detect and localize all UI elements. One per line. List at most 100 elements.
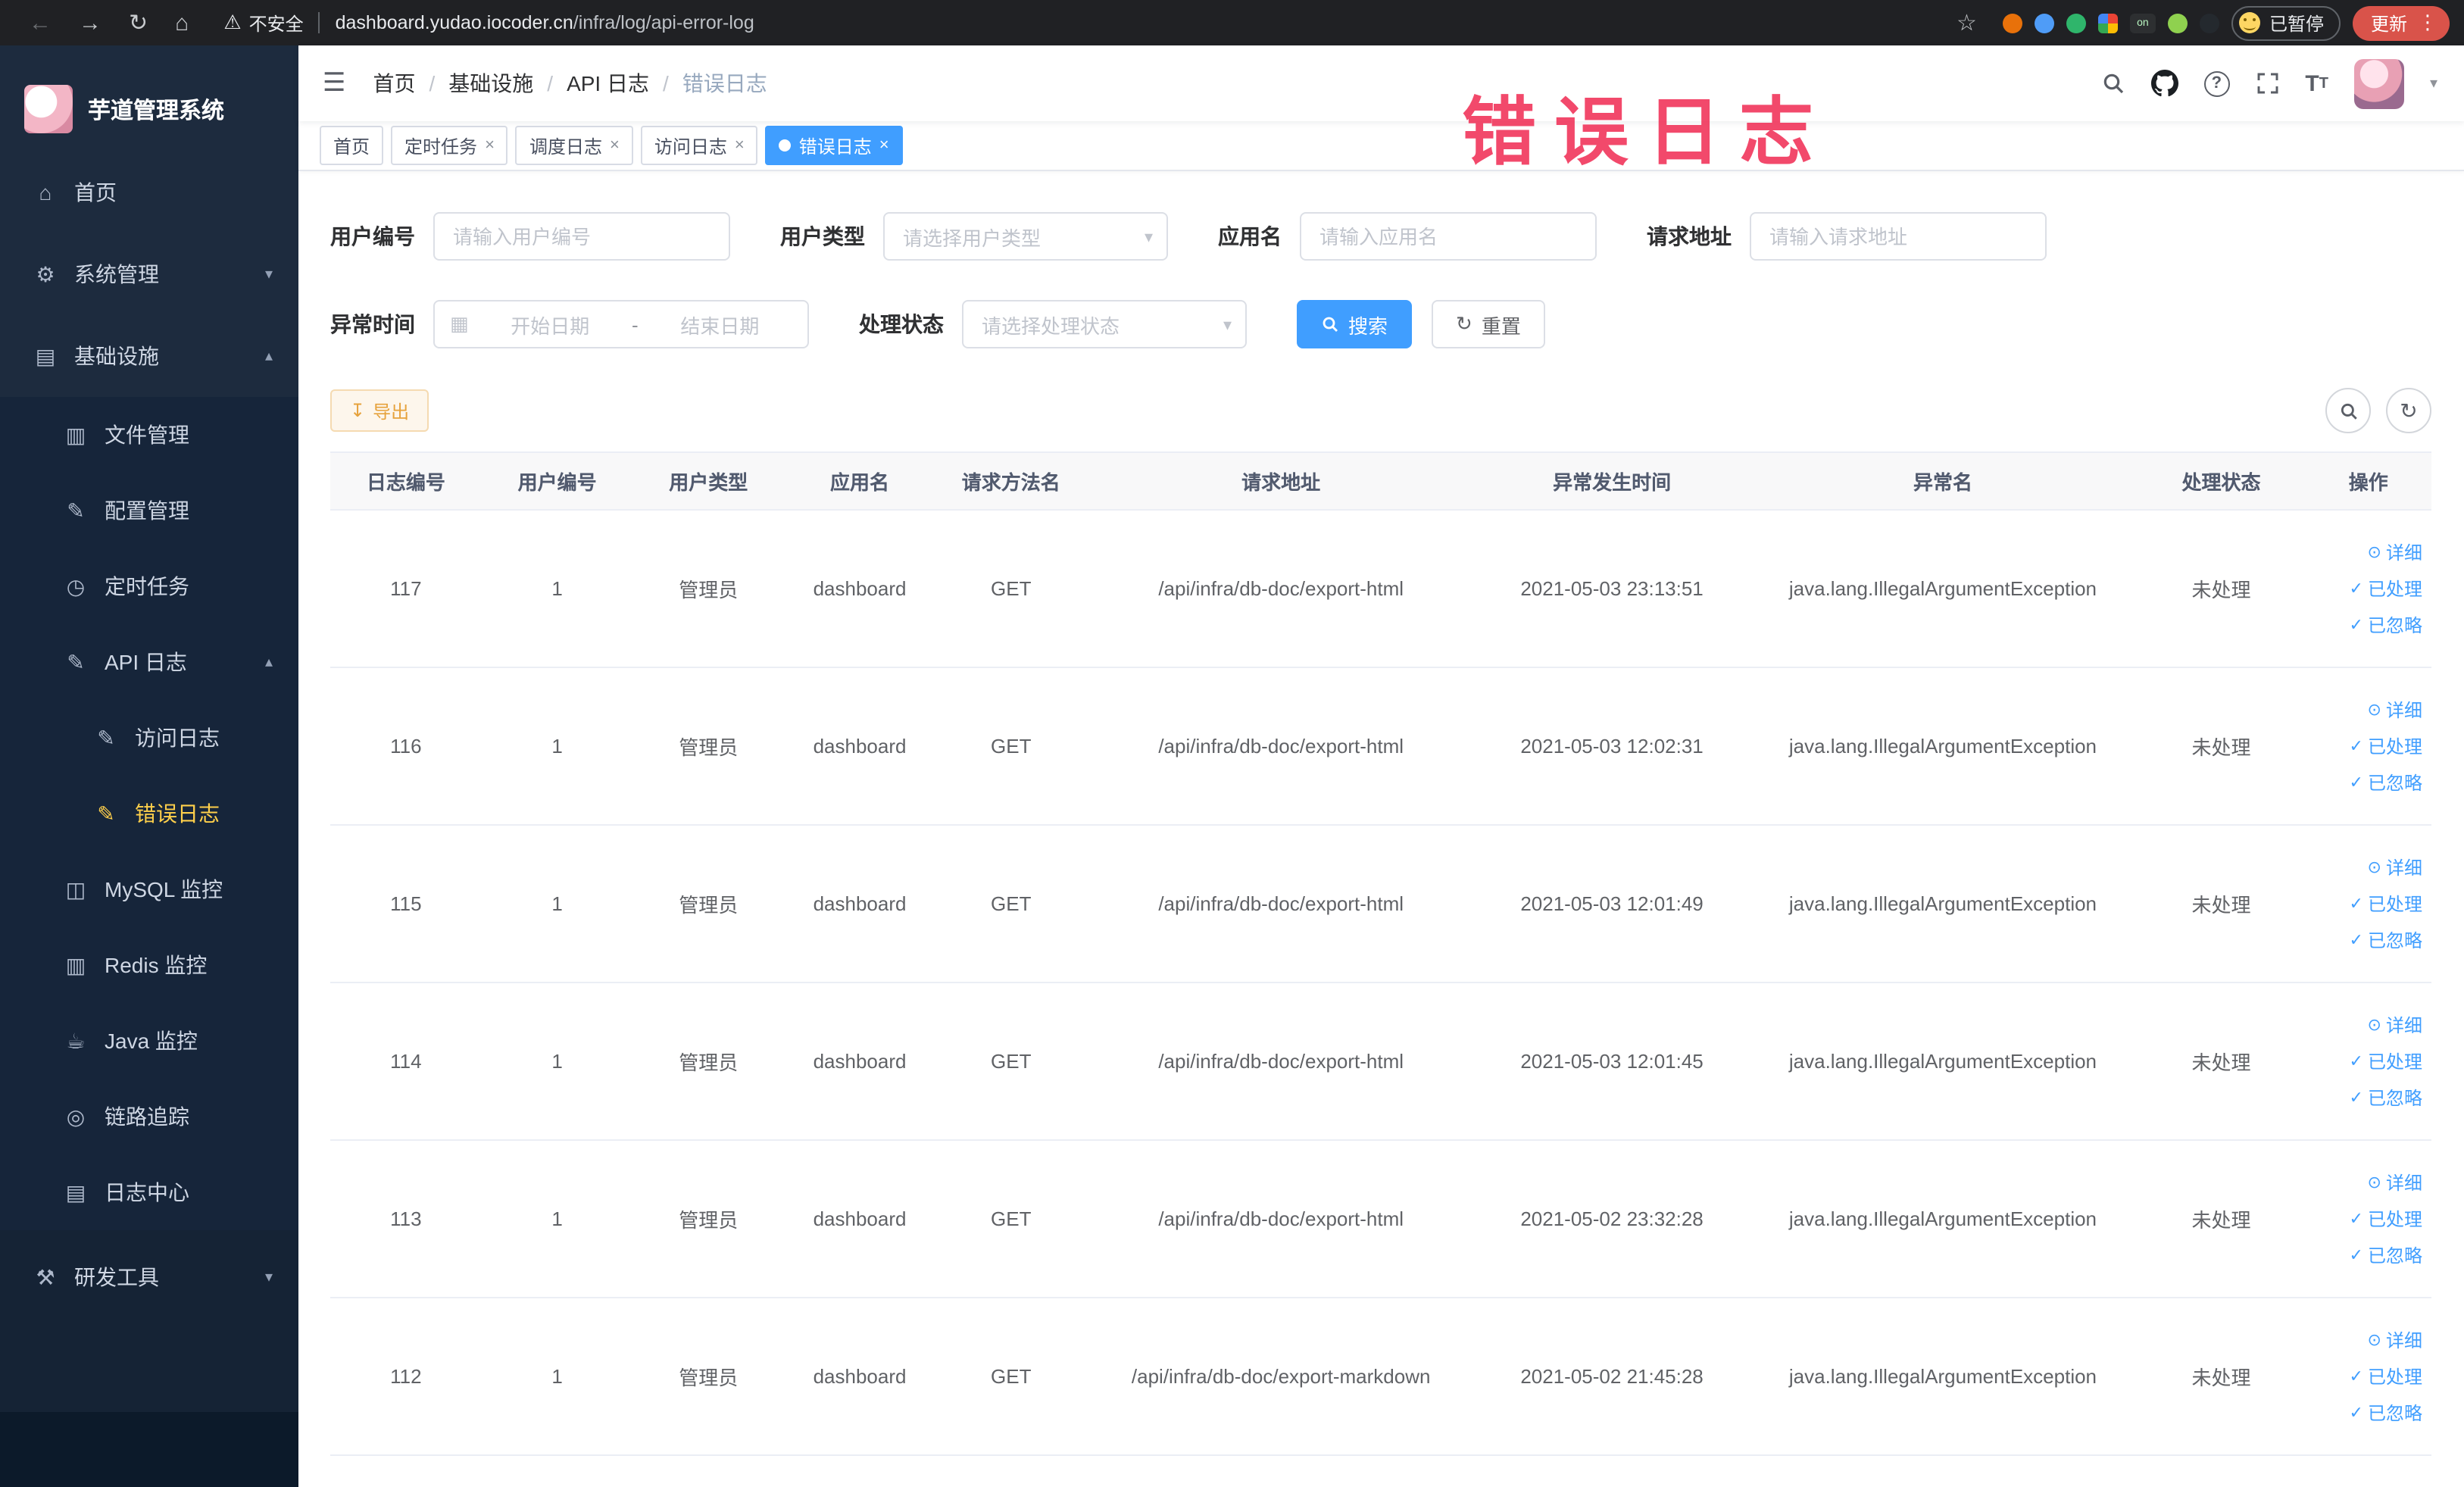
request-url-input[interactable] bbox=[1750, 212, 2047, 261]
detail-link[interactable]: ⊙ 详细 bbox=[2368, 697, 2422, 723]
fullscreen-icon[interactable] bbox=[2255, 71, 2279, 95]
sidebar-item-system-mgmt[interactable]: ⚙ 系统管理 ▾ bbox=[0, 233, 298, 315]
cell-user-type: 管理员 bbox=[632, 1140, 785, 1298]
forward-icon[interactable]: → bbox=[79, 10, 101, 36]
sidebar-item-error-log[interactable]: ✎ 错误日志 bbox=[0, 776, 298, 851]
sidebar-item-api-logs[interactable]: ✎ API 日志 ▴ bbox=[0, 624, 298, 700]
avatar[interactable] bbox=[2353, 58, 2404, 108]
mark-ignored-link[interactable]: ✓ 已忽略 bbox=[2350, 770, 2422, 795]
process-status-placeholder: 请选择处理状态 bbox=[982, 314, 1120, 337]
date-range-separator: - bbox=[631, 313, 639, 336]
sidebar-item-label: 配置管理 bbox=[105, 498, 189, 523]
breadcrumb-infrastructure[interactable]: 基础设施 bbox=[448, 68, 533, 98]
sidebar-item-access-log[interactable]: ✎ 访问日志 bbox=[0, 700, 298, 776]
extension-icon-leaf[interactable] bbox=[2167, 13, 2188, 33]
sidebar-item-label: 日志中心 bbox=[105, 1180, 189, 1204]
address-bar[interactable]: dashboard.yudao.iocoder.cn/infra/log/api… bbox=[336, 12, 754, 33]
reload-icon[interactable]: ↻ bbox=[129, 9, 148, 36]
tab-error-log[interactable]: 错误日志 × bbox=[765, 126, 903, 165]
browser-update-button[interactable]: 更新 ⋮ bbox=[2352, 5, 2450, 40]
breadcrumb-api-logs[interactable]: API 日志 bbox=[567, 68, 649, 98]
sidebar-item-tracing[interactable]: ◎ 链路追踪 bbox=[0, 1079, 298, 1154]
mark-ignored-link[interactable]: ✓ 已忽略 bbox=[2350, 612, 2422, 638]
mark-ignored-link[interactable]: ✓ 已忽略 bbox=[2350, 1085, 2422, 1111]
check-icon: ✓ bbox=[2349, 1053, 2363, 1071]
tab-home[interactable]: 首页 bbox=[320, 126, 384, 165]
tab-close-icon[interactable]: × bbox=[735, 136, 745, 155]
app-name-input[interactable] bbox=[1300, 212, 1597, 261]
check-icon: ✓ bbox=[2349, 1089, 2363, 1107]
bookmark-star-icon[interactable]: ☆ bbox=[1957, 9, 1977, 36]
error-log-icon: ✎ bbox=[97, 801, 115, 825]
sidebar-item-redis-monitor[interactable]: ▥ Redis 监控 bbox=[0, 927, 298, 1003]
breadcrumb-home[interactable]: 首页 bbox=[373, 68, 416, 98]
col-request-url: 请求地址 bbox=[1086, 451, 1476, 511]
detail-link[interactable]: ⊙ 详细 bbox=[2368, 854, 2422, 880]
extension-icon-on-badge[interactable]: on bbox=[2129, 13, 2156, 33]
process-status-label: 处理状态 bbox=[859, 312, 944, 336]
help-icon[interactable]: ? bbox=[2203, 70, 2230, 96]
font-size-icon[interactable]: TT bbox=[2305, 70, 2328, 96]
sidebar-item-config-mgmt[interactable]: ✎ 配置管理 bbox=[0, 473, 298, 548]
mark-ignored-link[interactable]: ✓ 已忽略 bbox=[2350, 1242, 2422, 1268]
ignored-label: 已忽略 bbox=[2367, 773, 2422, 794]
search-button[interactable]: 搜索 bbox=[1297, 300, 1413, 348]
refresh-table-button[interactable]: ↻ bbox=[2386, 388, 2431, 433]
exception-time-range-picker[interactable]: ▦ 开始日期 - 结束日期 bbox=[433, 300, 809, 348]
mark-processed-link[interactable]: ✓ 已处理 bbox=[2350, 576, 2422, 601]
mark-ignored-link[interactable]: ✓ 已忽略 bbox=[2350, 1400, 2422, 1426]
browser-menu-kebab-icon[interactable]: ⋮ bbox=[2418, 11, 2437, 35]
access-log-icon: ✎ bbox=[97, 725, 115, 749]
mark-processed-link[interactable]: ✓ 已处理 bbox=[2350, 733, 2422, 759]
sidebar-item-label: 首页 bbox=[74, 180, 117, 205]
col-user-type: 用户类型 bbox=[632, 451, 785, 511]
user-type-select[interactable]: 请选择用户类型 ▾ bbox=[883, 212, 1168, 261]
tab-scheduled-jobs[interactable]: 定时任务 × bbox=[391, 126, 508, 165]
sidebar-item-mysql-monitor[interactable]: ◫ MySQL 监控 bbox=[0, 851, 298, 927]
tab-close-icon[interactable]: × bbox=[610, 136, 620, 155]
tab-access-log[interactable]: 访问日志 × bbox=[640, 126, 758, 165]
export-button[interactable]: ↧ 导出 bbox=[330, 389, 429, 432]
tab-schedule-log[interactable]: 调度日志 × bbox=[515, 126, 633, 165]
back-icon[interactable]: ← bbox=[29, 10, 52, 36]
omnibox-divider bbox=[318, 12, 320, 33]
mark-processed-link[interactable]: ✓ 已处理 bbox=[2350, 1048, 2422, 1074]
mark-ignored-link[interactable]: ✓ 已忽略 bbox=[2350, 927, 2422, 953]
tab-close-icon[interactable]: × bbox=[879, 136, 889, 155]
sidebar-item-infrastructure[interactable]: ▤ 基础设施 ▴ bbox=[0, 315, 298, 397]
tab-close-icon[interactable]: × bbox=[485, 136, 495, 155]
sidebar-item-file-mgmt[interactable]: ▥ 文件管理 bbox=[0, 397, 298, 473]
sidebar-item-home[interactable]: ⌂ 首页 bbox=[0, 152, 298, 233]
app-logo[interactable]: 芋道管理系统 bbox=[0, 67, 298, 152]
github-icon[interactable] bbox=[2150, 70, 2178, 97]
detail-link[interactable]: ⊙ 详细 bbox=[2368, 1327, 2422, 1353]
browser-home-icon[interactable]: ⌂ bbox=[175, 10, 189, 36]
sidebar-item-scheduled-jobs[interactable]: ◷ 定时任务 bbox=[0, 548, 298, 624]
detail-link[interactable]: ⊙ 详细 bbox=[2368, 1170, 2422, 1195]
detail-link[interactable]: ⊙ 详细 bbox=[2368, 1012, 2422, 1038]
cell-method: GET bbox=[935, 510, 1087, 668]
detail-link[interactable]: ⊙ 详细 bbox=[2368, 539, 2422, 565]
mark-processed-link[interactable]: ✓ 已处理 bbox=[2350, 891, 2422, 917]
extension-icon-grid[interactable] bbox=[2097, 13, 2118, 33]
mark-processed-link[interactable]: ✓ 已处理 bbox=[2350, 1364, 2422, 1389]
search-icon[interactable] bbox=[2100, 71, 2125, 95]
browser-profile-chip[interactable]: 已暂停 bbox=[2231, 5, 2341, 40]
sidebar-item-java-monitor[interactable]: ☕ Java 监控 bbox=[0, 1003, 298, 1079]
sidebar-item-label: 链路追踪 bbox=[105, 1104, 189, 1129]
security-status[interactable]: ⚠ 不安全 bbox=[223, 10, 303, 36]
reset-button[interactable]: ↻ 重置 bbox=[1432, 300, 1545, 348]
extension-icon-dark[interactable] bbox=[2199, 13, 2219, 33]
process-status-select[interactable]: 请选择处理状态 ▾ bbox=[962, 300, 1247, 348]
sidebar-item-dev-tools[interactable]: ⚒ 研发工具 ▾ bbox=[0, 1236, 298, 1318]
mark-processed-link[interactable]: ✓ 已处理 bbox=[2350, 1206, 2422, 1232]
user-id-input[interactable] bbox=[433, 212, 730, 261]
extension-icon-orange[interactable] bbox=[2002, 13, 2022, 33]
sidebar-item-log-center[interactable]: ▤ 日志中心 bbox=[0, 1154, 298, 1230]
extension-icon-blue[interactable] bbox=[2034, 13, 2054, 33]
avatar-caret-icon[interactable]: ▾ bbox=[2430, 75, 2437, 92]
toggle-search-button[interactable] bbox=[2325, 388, 2371, 433]
extension-icon-green[interactable] bbox=[2066, 13, 2086, 33]
hamburger-icon[interactable]: ☰ bbox=[323, 68, 346, 98]
cell-exception: java.lang.IllegalArgumentException bbox=[1748, 982, 2138, 1141]
